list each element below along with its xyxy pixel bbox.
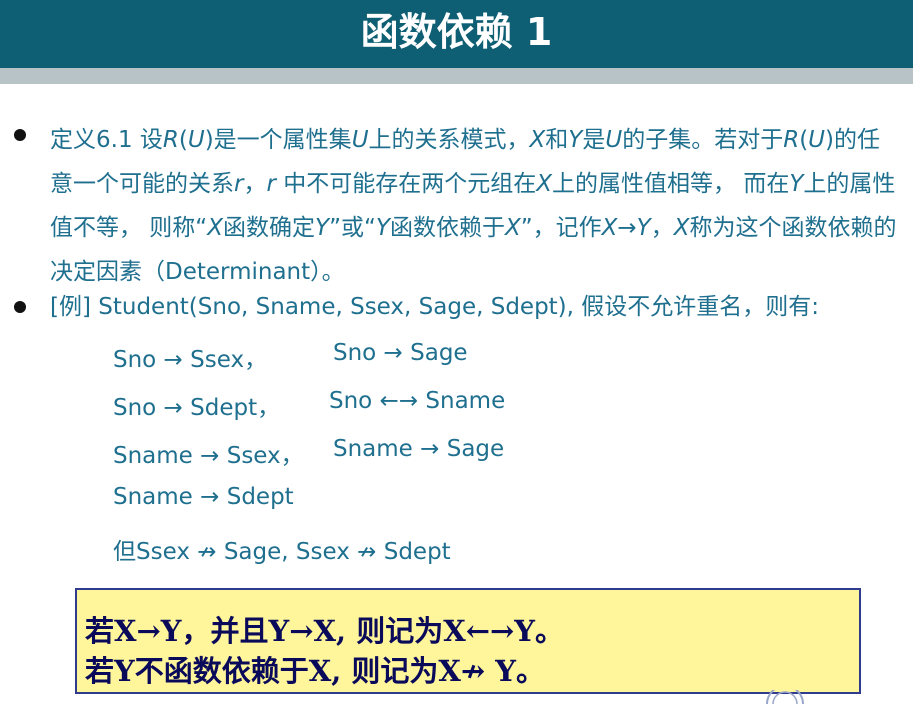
text-segment: Y (315, 215, 330, 241)
dependency-item: Sno → Ssex， (113, 347, 268, 373)
slide-title: 函数依赖 1 (360, 10, 553, 54)
text-segment: 是 (582, 127, 606, 153)
text-segment: ， (650, 215, 674, 241)
text-segment: U (351, 127, 369, 153)
note-box: 若X→Y，并且Y→X, 则记为X←→Y。 若Y不函数依赖于X, 则记为X↛ Y。 (75, 588, 861, 694)
dependency-item: Sno → Sdept， (113, 395, 281, 421)
text-segment: 中不可能存在两个元组在 (275, 171, 537, 197)
text-segment: ( (799, 127, 809, 153)
text-segment: 上的属性值相等， 而在 (552, 171, 790, 197)
text-segment: 函数依赖于 (389, 215, 505, 241)
dependency-item: Sno ←→ Sname (329, 388, 506, 414)
text-segment: X (536, 171, 553, 197)
text-segment: Y (375, 215, 390, 241)
dependency-item: Sno → Sage (333, 340, 468, 366)
text-segment: 定义6.1 设 (50, 127, 163, 153)
example-line: [例] Student(Sno, Sname, Ssex, Sage, Sdep… (50, 294, 820, 320)
note-line-1: 若X→Y，并且Y→X, 则记为X←→Y。 (85, 614, 564, 648)
dependency-item: Sname → Ssex， (113, 443, 304, 469)
text-segment: 上的关系模式， (368, 127, 530, 153)
text-segment: )是一个属性集 (204, 127, 352, 153)
text-segment: U (808, 127, 826, 153)
text-segment: Y (789, 171, 804, 197)
text-segment: ”，记作 (520, 215, 602, 241)
text-segment: ， (243, 171, 267, 197)
text-segment: X (504, 215, 521, 241)
text-segment: X (673, 215, 690, 241)
note-line-2: 若Y不函数依赖于X, 则记为X↛ Y。 (85, 654, 545, 688)
text-segment: 函数确定 (223, 215, 315, 241)
text-segment: R (783, 127, 800, 153)
text-segment: X (207, 215, 223, 241)
text-segment: U (605, 127, 623, 153)
text-segment: r (266, 171, 276, 197)
text-segment: 和 (545, 127, 569, 153)
text-segment: 的子集。若对于 (622, 127, 784, 153)
dependency-item: 但Ssex ↛ Sage, Ssex ↛ Sdept (113, 539, 451, 565)
dependency-item: Sname → Sdept (113, 484, 294, 510)
text-segment: R (162, 127, 179, 153)
bullet-icon (14, 129, 26, 141)
text-segment: ( (178, 127, 188, 153)
text-segment: X→Y (601, 215, 651, 241)
text-segment: X (529, 127, 546, 153)
text-segment: Y (568, 127, 583, 153)
text-segment: ”或“ (329, 215, 376, 241)
text-segment: U (187, 127, 205, 153)
title-divider (0, 68, 913, 84)
bullet-icon (14, 301, 26, 313)
definition-paragraph: 定义6.1 设R(U)是一个属性集U上的关系模式，X和Y是U的子集。若对于R(U… (50, 118, 900, 294)
dependency-item: Sname → Sage (333, 436, 505, 462)
